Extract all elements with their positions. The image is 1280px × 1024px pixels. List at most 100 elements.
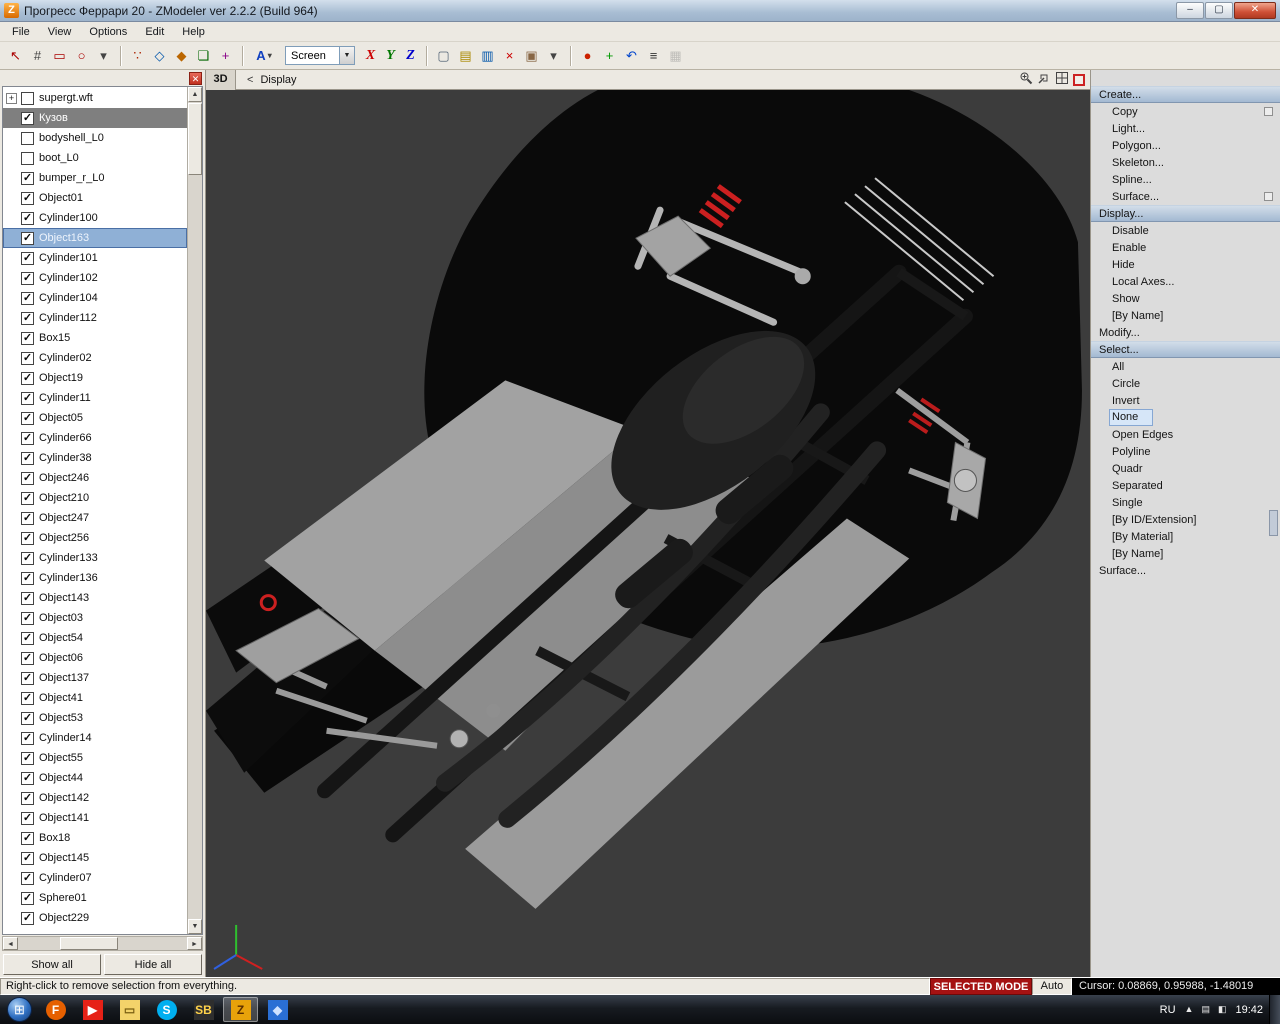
local-axes-icon[interactable]: + — [215, 45, 236, 66]
tree-item[interactable]: ✓Object247 — [3, 508, 187, 528]
visibility-checkbox[interactable]: ✓ — [21, 892, 34, 905]
vertices-level-icon[interactable]: ∵ — [127, 45, 148, 66]
tree-item[interactable]: ✓Cylinder102 — [3, 268, 187, 288]
visibility-checkbox[interactable]: ✓ — [21, 172, 34, 185]
help-icon[interactable]: ▦ — [665, 45, 686, 66]
visibility-checkbox[interactable]: ✓ — [21, 192, 34, 205]
visibility-checkbox[interactable]: ✓ — [21, 612, 34, 625]
media-icon[interactable]: ▶ — [75, 997, 110, 1022]
visibility-checkbox[interactable] — [21, 132, 34, 145]
menu-edit[interactable]: Edit — [136, 24, 173, 40]
visibility-checkbox[interactable]: ✓ — [21, 472, 34, 485]
view-mode-dropdown[interactable]: Screen ▼ — [285, 46, 355, 65]
tree-item[interactable]: ✓Cylinder66 — [3, 428, 187, 448]
visibility-checkbox[interactable]: ✓ — [21, 512, 34, 525]
right-menu-item[interactable]: None — [1091, 409, 1280, 426]
select-circle-icon[interactable]: ○ — [71, 45, 92, 66]
app-sb-icon[interactable]: SB — [186, 997, 221, 1022]
minimize-button[interactable]: – — [1176, 2, 1204, 19]
tree-item[interactable]: ✓Object41 — [3, 688, 187, 708]
tree-item[interactable]: ✓Object210 — [3, 488, 187, 508]
chevron-down-icon[interactable]: ▼ — [339, 47, 354, 64]
right-menu-item[interactable]: Open Edges — [1091, 426, 1280, 443]
scroll-left-button[interactable]: ◄ — [3, 937, 18, 950]
zmodeler-icon[interactable]: Z — [223, 997, 258, 1022]
visibility-checkbox[interactable]: ✓ — [21, 632, 34, 645]
visibility-checkbox[interactable]: ✓ — [21, 412, 34, 425]
visibility-checkbox[interactable]: ✓ — [21, 852, 34, 865]
viewport-canvas[interactable] — [206, 90, 1090, 977]
right-menu-item[interactable]: Circle — [1091, 375, 1280, 392]
paste-icon[interactable]: ▣ — [521, 45, 542, 66]
scrollbar-thumb[interactable] — [60, 937, 118, 950]
scrollbar-thumb[interactable] — [1269, 510, 1278, 536]
right-menu-item[interactable]: [By ID/Extension] — [1091, 511, 1280, 528]
right-menu-item[interactable]: Separated — [1091, 477, 1280, 494]
add-object-icon[interactable]: + — [599, 45, 620, 66]
language-indicator[interactable]: RU — [1160, 1004, 1176, 1016]
tree-item[interactable]: ✓Cylinder112 — [3, 308, 187, 328]
save-file-icon[interactable]: ▥ — [477, 45, 498, 66]
tree-item[interactable]: ✓Object06 — [3, 648, 187, 668]
right-menu-item[interactable]: Surface... — [1091, 562, 1280, 579]
tree-item[interactable]: ✓Object44 — [3, 768, 187, 788]
visibility-checkbox[interactable]: ✓ — [21, 552, 34, 565]
delete-icon[interactable]: × — [499, 45, 520, 66]
explorer-icon[interactable]: ▭ — [112, 997, 147, 1022]
visibility-checkbox[interactable] — [21, 152, 34, 165]
visibility-checkbox[interactable]: ✓ — [21, 672, 34, 685]
tree-horizontal-scrollbar[interactable]: ◄ ► — [2, 936, 203, 951]
close-panel-button[interactable]: ✕ — [189, 72, 202, 85]
scroll-up-button[interactable]: ▲ — [188, 87, 202, 102]
tree-item[interactable]: +supergt.wft — [3, 88, 187, 108]
tree-item[interactable]: ✓Cylinder38 — [3, 448, 187, 468]
right-menu-item[interactable]: Display... — [1091, 205, 1280, 222]
hidden-icons-arrow[interactable]: ▲ — [1185, 1004, 1194, 1015]
scroll-down-button[interactable]: ▼ — [188, 919, 202, 934]
close-button[interactable]: ✕ — [1234, 2, 1276, 19]
auto-mode-button[interactable]: Auto — [1032, 978, 1072, 995]
tree-vertical-scrollbar[interactable]: ▲ ▼ — [187, 87, 202, 934]
tree-item[interactable]: ✓Object163 — [3, 228, 187, 248]
right-menu-item[interactable]: [By Material] — [1091, 528, 1280, 545]
tree-item[interactable]: ✓Object246 — [3, 468, 187, 488]
taskbar-clock[interactable]: 19:42 — [1235, 1004, 1263, 1016]
visibility-checkbox[interactable]: ✓ — [21, 332, 34, 345]
y-axis-toggle[interactable]: Y — [381, 46, 400, 66]
font-tool-button[interactable]: A ▾ — [249, 45, 279, 66]
visibility-checkbox[interactable] — [21, 92, 34, 105]
skype-icon[interactable]: S — [149, 997, 184, 1022]
right-menu-item[interactable]: Polyline — [1091, 443, 1280, 460]
right-menu-item[interactable]: Spline... — [1091, 171, 1280, 188]
tree-item[interactable]: bodyshell_L0 — [3, 128, 187, 148]
right-menu-item[interactable]: Select... — [1091, 341, 1280, 358]
new-file-icon[interactable]: ▢ — [433, 45, 454, 66]
maximize-viewport-button[interactable] — [1073, 74, 1085, 86]
objects-level-icon[interactable]: ❏ — [193, 45, 214, 66]
visibility-checkbox[interactable]: ✓ — [21, 772, 34, 785]
visibility-checkbox[interactable]: ✓ — [21, 692, 34, 705]
tree-item[interactable]: ✓Box15 — [3, 328, 187, 348]
tree-item[interactable]: ✓Cylinder104 — [3, 288, 187, 308]
right-menu-item[interactable]: Show — [1091, 290, 1280, 307]
visibility-checkbox[interactable]: ✓ — [21, 912, 34, 925]
tree-item[interactable]: ✓Object03 — [3, 608, 187, 628]
hide-all-button[interactable]: Hide all — [104, 954, 202, 975]
right-menu-item[interactable]: [By Name] — [1091, 307, 1280, 324]
visibility-checkbox[interactable]: ✓ — [21, 812, 34, 825]
right-menu-item[interactable]: Hide — [1091, 256, 1280, 273]
tree-item[interactable]: ✓Cylinder136 — [3, 568, 187, 588]
visibility-checkbox[interactable]: ✓ — [21, 592, 34, 605]
select-quadr-icon[interactable]: ▭ — [49, 45, 70, 66]
tree-item[interactable]: ✓Object229 — [3, 908, 187, 928]
edges-level-icon[interactable]: ◇ — [149, 45, 170, 66]
visibility-checkbox[interactable]: ✓ — [21, 432, 34, 445]
tree-item[interactable]: ✓Object142 — [3, 788, 187, 808]
tree-item[interactable]: ✓Object19 — [3, 368, 187, 388]
show-desktop-button[interactable] — [1269, 995, 1280, 1024]
tree-item[interactable]: ✓Object141 — [3, 808, 187, 828]
menu-options[interactable]: Options — [80, 24, 136, 40]
tree-item[interactable]: ✓bumper_r_L0 — [3, 168, 187, 188]
open-file-icon[interactable]: ▤ — [455, 45, 476, 66]
tree-item[interactable]: ✓Cylinder07 — [3, 868, 187, 888]
